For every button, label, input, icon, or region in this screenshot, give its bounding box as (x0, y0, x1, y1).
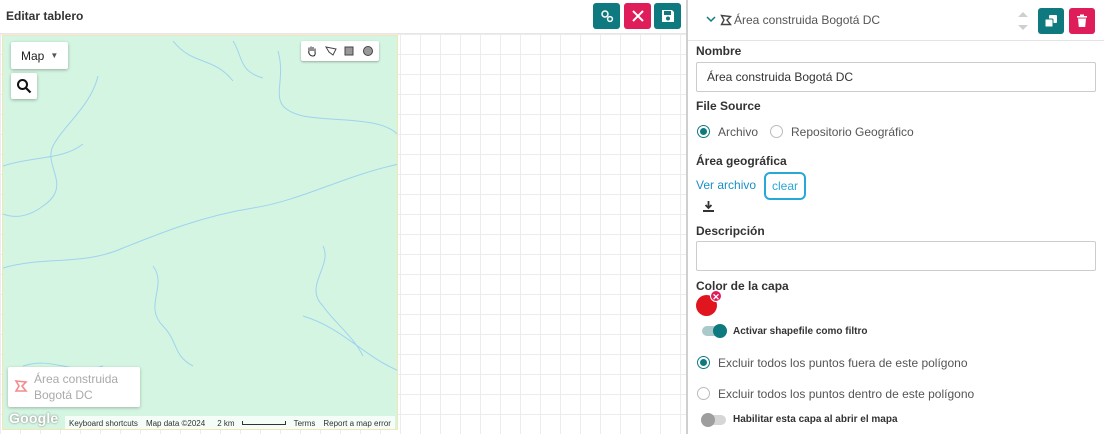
save-button[interactable] (654, 3, 681, 29)
polygon-tool-icon[interactable] (323, 43, 339, 59)
radio-exclude-outside[interactable] (697, 356, 710, 369)
layer-color-label: Color de la capa (696, 279, 789, 293)
layer-title: Área construida Bogotá DC (734, 13, 881, 27)
geo-area-label: Área geográfica (696, 154, 787, 168)
editor-toolbar: Editar tablero (0, 0, 686, 34)
map-layer-label: Área construida Bogotá DC (34, 372, 119, 402)
drawing-toolbar (301, 41, 379, 61)
radio-repositorio-label: Repositorio Geográfico (791, 125, 914, 139)
enable-on-open-toggle[interactable] (701, 413, 726, 427)
layer-header: Área construida Bogotá DC (688, 0, 1104, 41)
page-title: Editar tablero (6, 9, 84, 23)
map-widget[interactable]: Map ▼ Área construida Bogotá DC Google K… (2, 35, 398, 430)
chevron-down-icon: ▼ (50, 51, 59, 60)
cancel-button[interactable] (624, 3, 651, 29)
reorder-arrows-icon[interactable] (1016, 9, 1030, 33)
google-logo: Google (9, 410, 59, 426)
file-source-label: File Source (696, 99, 761, 113)
radio-exclude-outside-label: Excluir todos los puntos fuera de este p… (718, 356, 968, 370)
enable-on-open-label: Habilitar esta capa al abrir el mapa (733, 414, 898, 425)
settings-button[interactable] (593, 3, 620, 29)
polygon-layer-icon (14, 380, 28, 392)
map-data-text: Map data ©2024 (145, 418, 206, 428)
filter-toggle[interactable] (702, 324, 727, 338)
polygon-layer-icon (720, 14, 732, 26)
radio-archivo[interactable] (697, 125, 710, 138)
radio-exclude-inside-label: Excluir todos los puntos dentro de este … (718, 387, 975, 401)
map-type-label: Map (21, 48, 45, 63)
remove-color-icon[interactable]: ✕ (710, 290, 722, 302)
duplicate-layer-button[interactable] (1038, 8, 1064, 34)
map-layer-legend[interactable]: Área construida Bogotá DC (8, 367, 140, 407)
map-search-button[interactable] (11, 73, 37, 99)
filter-toggle-label: Activar shapefile como filtro (733, 326, 868, 337)
delete-layer-button[interactable] (1069, 8, 1095, 34)
clear-button[interactable]: clear (764, 172, 806, 200)
map-type-dropdown[interactable]: Map ▼ (11, 42, 69, 69)
radio-repositorio[interactable] (770, 125, 783, 138)
report-error-link[interactable]: Report a map error (319, 419, 395, 428)
view-file-link[interactable]: Ver archivo (696, 178, 756, 192)
keyboard-shortcuts-link[interactable]: Keyboard shortcuts (65, 419, 142, 428)
dashboard-editor: Editar tablero Map ▼ Área construida Bog… (0, 0, 1104, 434)
chevron-down-icon[interactable] (706, 15, 716, 23)
terms-link[interactable]: Terms (290, 419, 320, 428)
save-icon (661, 10, 674, 22)
editor-area: Editar tablero Map ▼ Área construida Bog… (0, 0, 686, 434)
radio-exclude-inside[interactable] (697, 387, 710, 400)
search-icon (17, 79, 32, 94)
download-icon[interactable] (702, 200, 715, 213)
map-attribution: Keyboard shortcuts Map data ©2024 2 km T… (65, 416, 395, 429)
circle-tool-icon[interactable] (360, 43, 376, 59)
scale-indicator: 2 km (209, 419, 289, 428)
radio-archivo-label: Archivo (718, 125, 759, 139)
hand-tool-icon[interactable] (304, 43, 320, 59)
name-field[interactable]: Área construida Bogotá DC (696, 62, 1096, 92)
close-icon (631, 10, 644, 22)
rectangle-tool-icon[interactable] (341, 43, 357, 59)
copy-icon (1044, 15, 1057, 28)
description-field[interactable] (696, 241, 1096, 271)
name-label: Nombre (696, 44, 742, 58)
gears-icon (600, 10, 613, 23)
description-label: Descripción (696, 224, 765, 238)
trash-icon (1077, 14, 1087, 27)
layer-properties-panel: Área construida Bogotá DC Nombre Área co… (686, 0, 1104, 434)
